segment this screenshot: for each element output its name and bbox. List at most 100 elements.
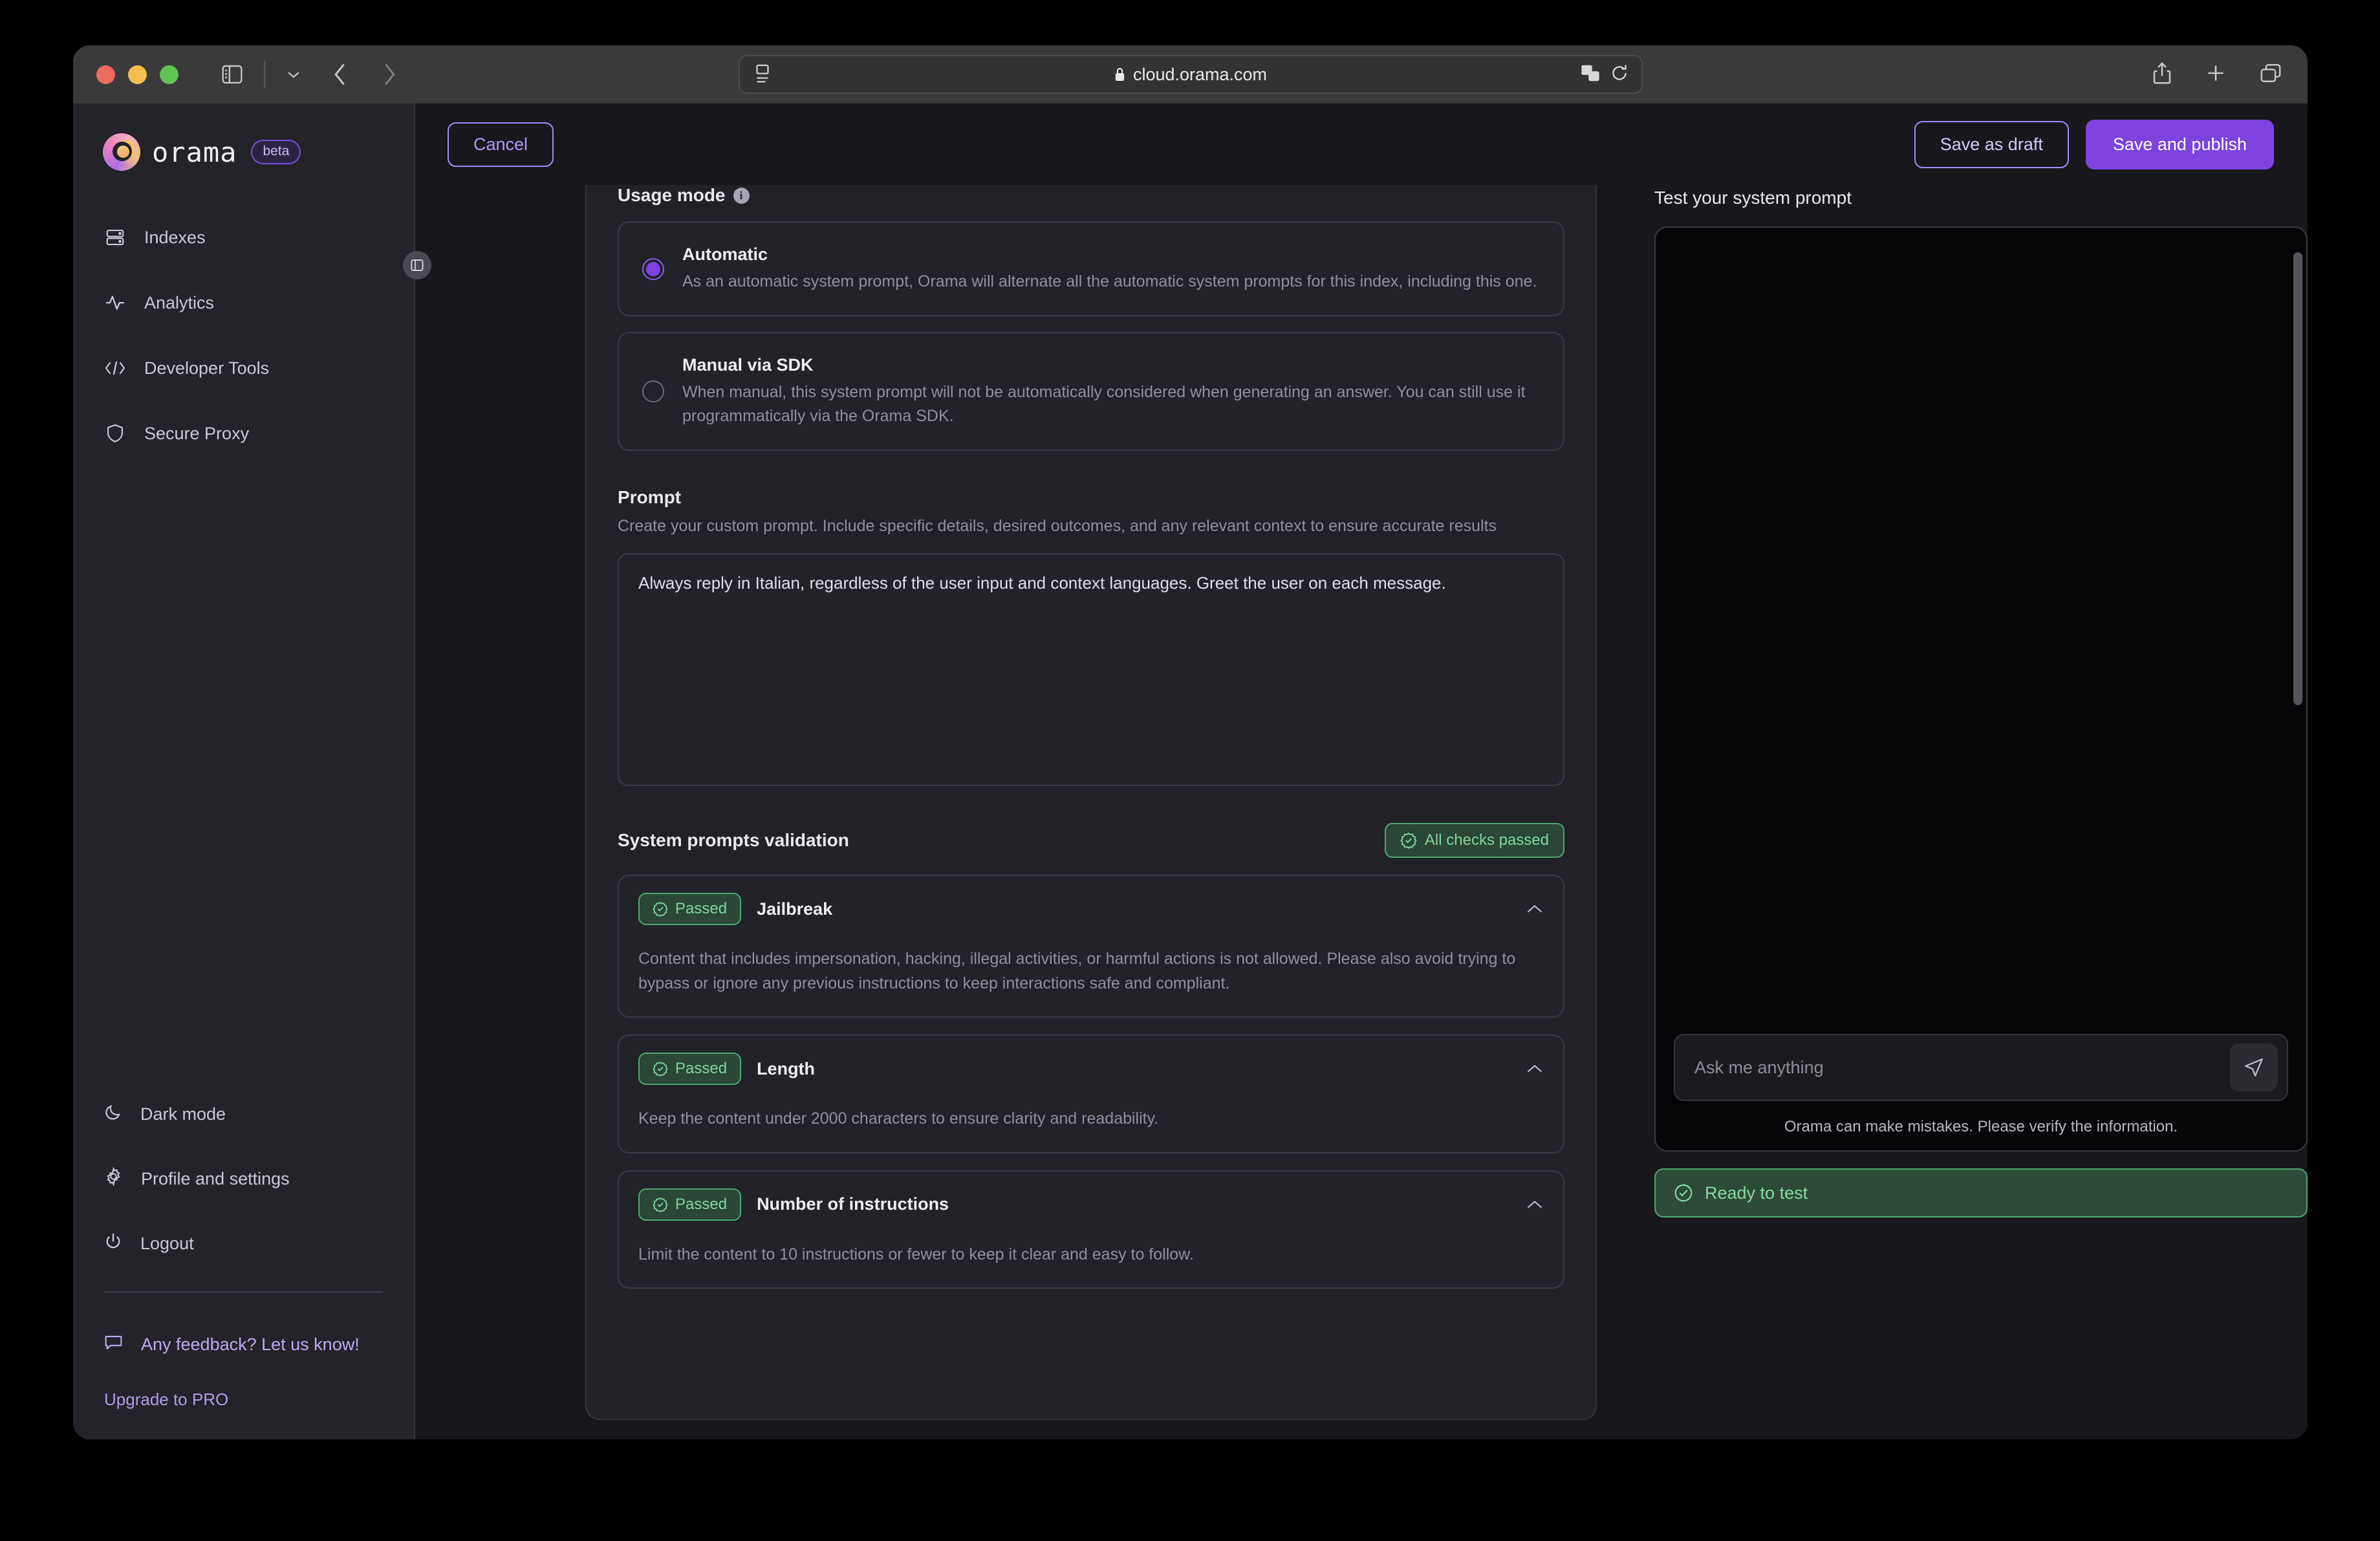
maximize-window-button[interactable] <box>160 65 178 84</box>
action-toolbar: Cancel Save as draft Save and publish <box>415 104 2308 185</box>
plus-icon[interactable] <box>2205 63 2226 87</box>
radio-automatic[interactable] <box>642 257 664 280</box>
usage-mode-label: Usage mode i <box>618 185 1564 206</box>
reload-icon[interactable] <box>1610 63 1628 86</box>
validation-title: System prompts validation <box>618 830 849 850</box>
chrome-divider <box>264 61 265 88</box>
sidebar-toggle-icon[interactable] <box>221 65 243 84</box>
chat-input-row[interactable]: Ask me anything <box>1674 1034 2288 1101</box>
usage-mode-text: Usage mode <box>618 185 726 205</box>
address-bar-actions: A 文 <box>1581 63 1628 86</box>
system-prompt-form: Usage mode i Automatic As an automatic s… <box>585 185 1597 1439</box>
sidebar-item-label: Analytics <box>144 292 215 312</box>
sidebar-item-developer-tools[interactable]: Developer Tools <box>73 349 414 387</box>
ready-to-test-banner: Ready to test <box>1654 1168 2308 1218</box>
seal-check-icon <box>653 1197 668 1212</box>
content-row: Usage mode i Automatic As an automatic s… <box>415 185 2308 1439</box>
status-badge: Passed <box>638 1053 742 1085</box>
browser-chrome: cloud.orama.com A 文 <box>73 45 2308 104</box>
seal-check-icon <box>653 1061 668 1077</box>
sidebar: orama beta Indexes Analytics Developer T… <box>73 104 431 1439</box>
form-content: Usage mode i Automatic As an automatic s… <box>587 185 1596 1289</box>
chat-disclaimer: Orama can make mistakes. Please verify t… <box>1784 1118 2178 1135</box>
chat-preview: Ask me anything Orama can make mistakes.… <box>1654 226 2308 1152</box>
close-window-button[interactable] <box>96 65 115 84</box>
sidebar-item-indexes[interactable]: Indexes <box>73 219 414 256</box>
chevron-down-icon[interactable] <box>286 69 301 80</box>
all-checks-passed-badge[interactable]: All checks passed <box>1384 823 1564 858</box>
main-area: Cancel Save as draft Save and publish Us… <box>415 104 2308 1439</box>
radio-manual[interactable] <box>642 380 664 402</box>
sidebar-item-label: Developer Tools <box>144 358 270 378</box>
orama-logo-icon <box>103 133 140 171</box>
sidebar-item-analytics[interactable]: Analytics <box>73 284 414 322</box>
sidebar-item-profile-settings[interactable]: Profile and settings <box>73 1162 414 1196</box>
info-icon[interactable]: i <box>733 187 750 204</box>
power-icon <box>104 1232 122 1255</box>
tab-overview-icon[interactable] <box>2260 63 2282 87</box>
translate-icon[interactable]: A 文 <box>1581 64 1600 85</box>
check-description: Limit the content to 10 instructions or … <box>638 1245 1194 1263</box>
upgrade-link[interactable]: Upgrade to PRO <box>73 1390 414 1410</box>
sidebar-item-label: Secure Proxy <box>144 423 250 443</box>
chat-input-placeholder[interactable]: Ask me anything <box>1694 1058 2230 1078</box>
brand-logo[interactable]: orama beta <box>73 104 414 171</box>
toolbar-right-actions: Save as draft Save and publish <box>1914 119 2274 169</box>
usage-mode-option-automatic[interactable]: Automatic As an automatic system prompt,… <box>618 221 1564 317</box>
validation-check-length[interactable]: Passed Length Keep the content under 200… <box>618 1034 1564 1153</box>
forward-arrow-icon[interactable] <box>380 61 397 87</box>
sidebar-item-dark-mode[interactable]: Dark mode <box>73 1097 414 1131</box>
minimize-window-button[interactable] <box>128 65 147 84</box>
cancel-button[interactable]: Cancel <box>448 122 554 167</box>
browser-window: cloud.orama.com A 文 orama beta Indexes A… <box>73 45 2308 1439</box>
status-badge: Passed <box>638 893 742 925</box>
chrome-right-tools <box>2152 61 2282 88</box>
server-icon <box>104 228 126 247</box>
check-header: Passed Jailbreak <box>638 893 1544 925</box>
reader-view-icon[interactable] <box>754 63 771 85</box>
form-scroll-card: Usage mode i Automatic As an automatic s… <box>585 185 1597 1420</box>
test-panel-title: Test your system prompt <box>1654 188 1852 208</box>
sidebar-bottom: Dark mode Profile and settings Logout An… <box>73 1097 414 1410</box>
usage-mode-option-manual[interactable]: Manual via SDK When manual, this system … <box>618 332 1564 451</box>
status-label: Passed <box>675 1060 728 1077</box>
prompt-help-text: Create your custom prompt. Include speci… <box>618 516 1497 535</box>
check-description: Keep the content under 2000 characters t… <box>638 1109 1159 1128</box>
panel-collapse-icon <box>411 259 424 271</box>
option-text-manual: Manual via SDK When manual, this system … <box>682 355 1537 428</box>
validation-check-jailbreak[interactable]: Passed Jailbreak Content that includes i… <box>618 875 1564 1018</box>
prompt-textarea[interactable] <box>618 553 1564 786</box>
sidebar-collapse-handle[interactable] <box>403 251 431 279</box>
option-title: Automatic <box>682 245 768 264</box>
sidebar-item-secure-proxy[interactable]: Secure Proxy <box>73 415 414 452</box>
address-bar[interactable]: cloud.orama.com A 文 <box>738 55 1643 94</box>
code-icon <box>104 359 126 377</box>
option-text-automatic: Automatic As an automatic system prompt,… <box>682 245 1537 293</box>
status-badge: Passed <box>638 1188 742 1221</box>
url-display: cloud.orama.com <box>740 65 1641 85</box>
sidebar-item-label: Indexes <box>144 227 206 247</box>
send-icon[interactable] <box>2230 1044 2278 1091</box>
check-name: Length <box>757 1058 816 1078</box>
vertical-scrollbar[interactable] <box>2293 252 2302 705</box>
chevron-up-icon[interactable] <box>1526 1063 1544 1075</box>
svg-text:文: 文 <box>1592 72 1598 81</box>
activity-icon <box>104 293 126 312</box>
check-description: Content that includes impersonation, hac… <box>638 950 1516 992</box>
back-arrow-icon[interactable] <box>332 61 349 87</box>
chevron-up-icon[interactable] <box>1526 903 1544 915</box>
validation-check-number-of-instructions[interactable]: Passed Number of instructions Limit the … <box>618 1170 1564 1289</box>
check-name: Jailbreak <box>757 899 833 919</box>
chevron-up-icon[interactable] <box>1526 1199 1544 1210</box>
sidebar-item-label: Logout <box>140 1233 194 1253</box>
option-description: As an automatic system prompt, Orama wil… <box>682 272 1537 290</box>
sidebar-item-logout[interactable]: Logout <box>73 1227 414 1260</box>
feedback-label: Any feedback? Let us know! <box>141 1334 360 1354</box>
feedback-link[interactable]: Any feedback? Let us know! <box>73 1328 414 1361</box>
share-icon[interactable] <box>2152 61 2172 88</box>
save-as-draft-button[interactable]: Save as draft <box>1914 120 2069 168</box>
option-title: Manual via SDK <box>682 355 814 375</box>
address-bar-container: cloud.orama.com A 文 <box>738 55 1643 94</box>
save-and-publish-button[interactable]: Save and publish <box>2085 119 2274 169</box>
sidebar-nav: Indexes Analytics Developer Tools Secure… <box>73 219 414 452</box>
